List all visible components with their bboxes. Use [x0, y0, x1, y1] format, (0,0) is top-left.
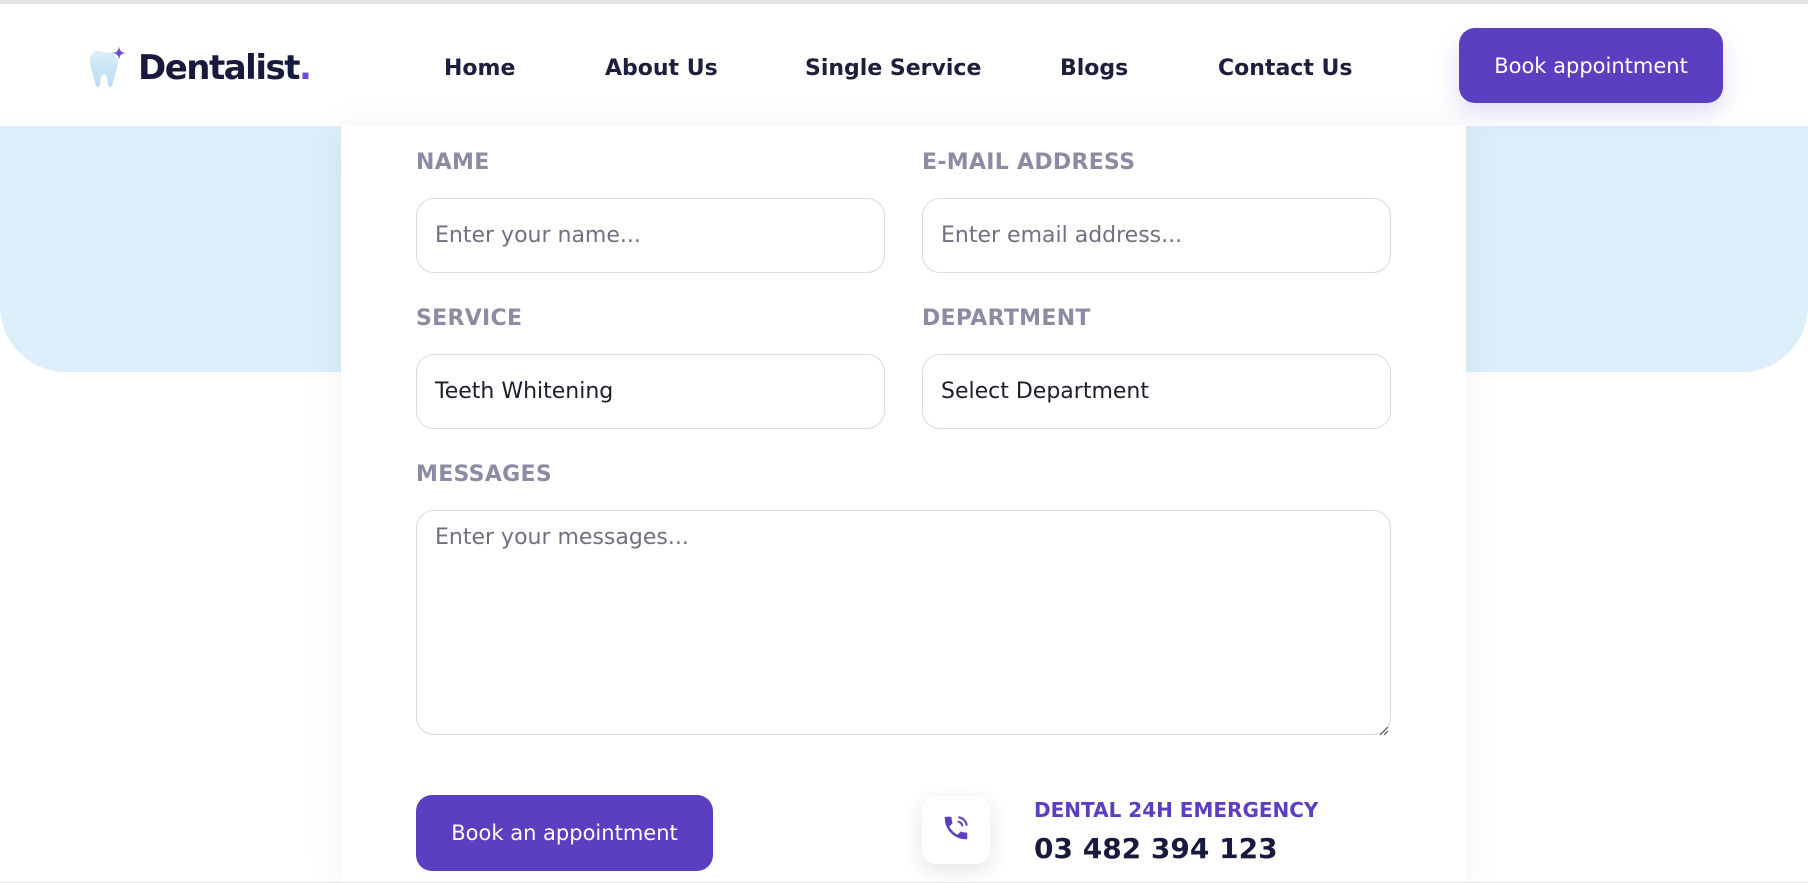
- name-input[interactable]: [416, 198, 885, 273]
- nav-item-contact-us[interactable]: Contact Us: [1218, 56, 1352, 81]
- nav-item-blogs[interactable]: Blogs: [1060, 56, 1128, 81]
- department-select-value: Select Department: [941, 379, 1149, 404]
- service-select-value: Teeth Whitening: [435, 379, 614, 404]
- book-an-appointment-button[interactable]: Book an appointment: [416, 795, 713, 871]
- emergency-label: DENTAL 24H EMERGENCY: [1034, 798, 1319, 822]
- service-label: SERVICE: [416, 306, 523, 331]
- resize-grip-icon[interactable]: [1377, 721, 1389, 740]
- logo-text: Dentalist.: [138, 48, 312, 88]
- messages-textarea[interactable]: [416, 510, 1391, 735]
- email-input[interactable]: [922, 198, 1391, 273]
- book-appointment-button[interactable]: Book appointment: [1459, 28, 1723, 103]
- tooth-logo-icon: [84, 44, 132, 92]
- department-select[interactable]: Select Department: [922, 354, 1391, 429]
- email-label: E-MAIL ADDRESS: [922, 150, 1136, 175]
- emergency-phone-box[interactable]: [922, 796, 990, 864]
- nav-item-about-us[interactable]: About Us: [605, 56, 718, 81]
- service-select[interactable]: Teeth Whitening: [416, 354, 885, 429]
- nav-item-home[interactable]: Home: [444, 56, 515, 81]
- messages-label: MESSAGES: [416, 462, 552, 487]
- emergency-phone-number[interactable]: 03 482 394 123: [1034, 832, 1278, 865]
- logo[interactable]: Dentalist.: [84, 42, 312, 94]
- name-label: NAME: [416, 150, 490, 175]
- phone-icon: [941, 813, 971, 847]
- site-header: Dentalist. Home About Us Single Service …: [0, 4, 1808, 126]
- appointment-form-card: NAME E-MAIL ADDRESS SERVICE Teeth Whiten…: [341, 126, 1466, 883]
- nav-item-single-service[interactable]: Single Service: [805, 56, 981, 81]
- page: Dentalist. Home About Us Single Service …: [0, 0, 1808, 883]
- department-label: DEPARTMENT: [922, 306, 1091, 331]
